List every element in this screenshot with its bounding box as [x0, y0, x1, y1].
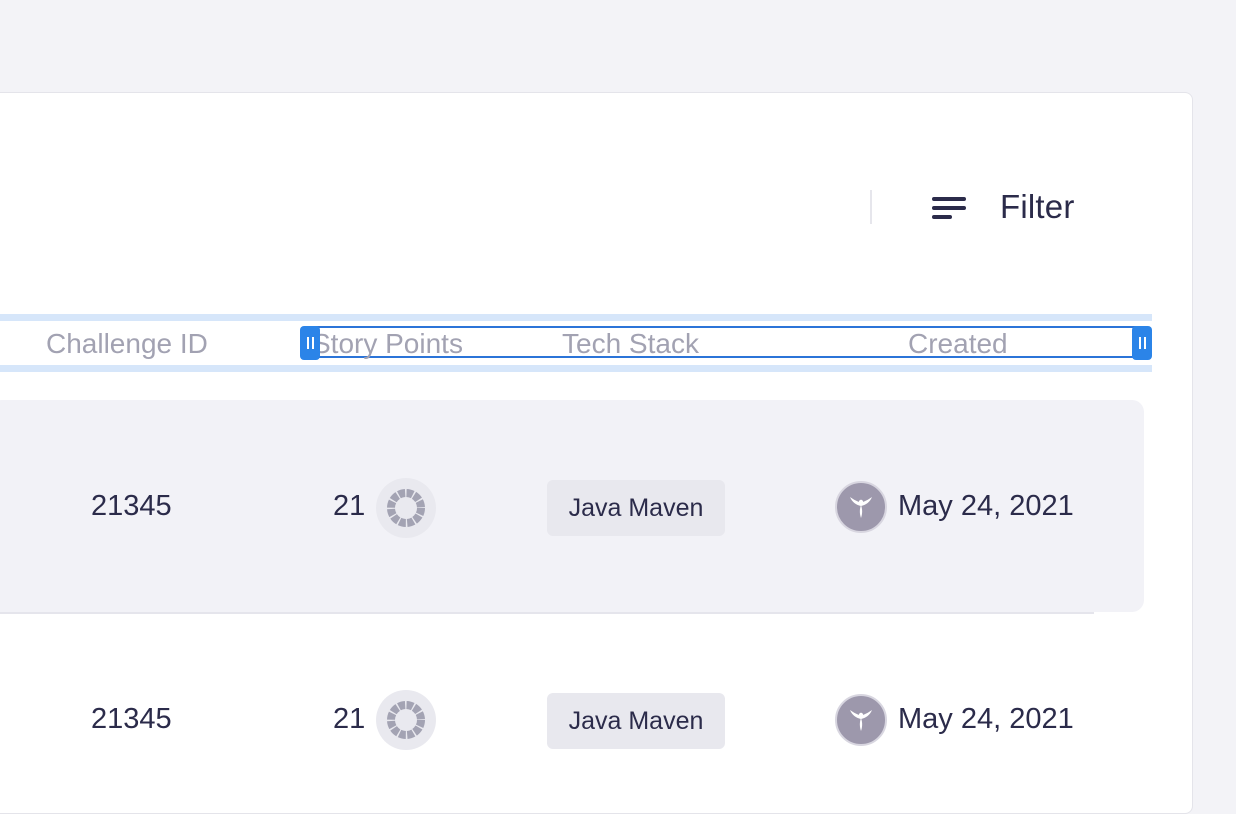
column-header-story-points[interactable]: Story Points	[312, 328, 463, 360]
row-divider	[0, 612, 1094, 614]
column-header-challenge-id[interactable]: Challenge ID	[46, 328, 208, 360]
cell-challenge-id: 21345	[91, 703, 172, 735]
story-points-progress-icon	[376, 478, 436, 538]
cell-created-date: May 24, 2021	[898, 490, 1074, 522]
tech-stack-tag[interactable]: Java Maven	[547, 480, 725, 536]
column-header-tech-stack[interactable]: Tech Stack	[562, 328, 699, 360]
filter-lines-icon	[928, 191, 966, 223]
cell-created-date: May 24, 2021	[898, 703, 1074, 735]
cell-story-points: 21	[333, 490, 366, 522]
filter-label: Filter	[1000, 188, 1075, 225]
phoenix-logo-icon	[850, 497, 872, 518]
story-points-progress-icon	[376, 690, 436, 750]
creator-avatar[interactable]	[835, 481, 887, 533]
column-header-created[interactable]: Created	[908, 328, 1008, 360]
filter-button[interactable]: Filter	[928, 184, 1075, 230]
tech-stack-tag[interactable]: Java Maven	[547, 693, 725, 749]
creator-avatar[interactable]	[835, 694, 887, 746]
tech-stack-label: Java Maven	[568, 493, 704, 522]
resize-handle-right[interactable]	[1132, 326, 1152, 360]
phoenix-logo-icon	[850, 710, 872, 731]
resize-handle-left[interactable]	[300, 326, 320, 360]
cell-challenge-id: 21345	[91, 490, 172, 522]
tech-stack-label: Java Maven	[568, 706, 704, 735]
toolbar-divider	[870, 190, 872, 224]
cell-story-points: 21	[333, 703, 366, 735]
